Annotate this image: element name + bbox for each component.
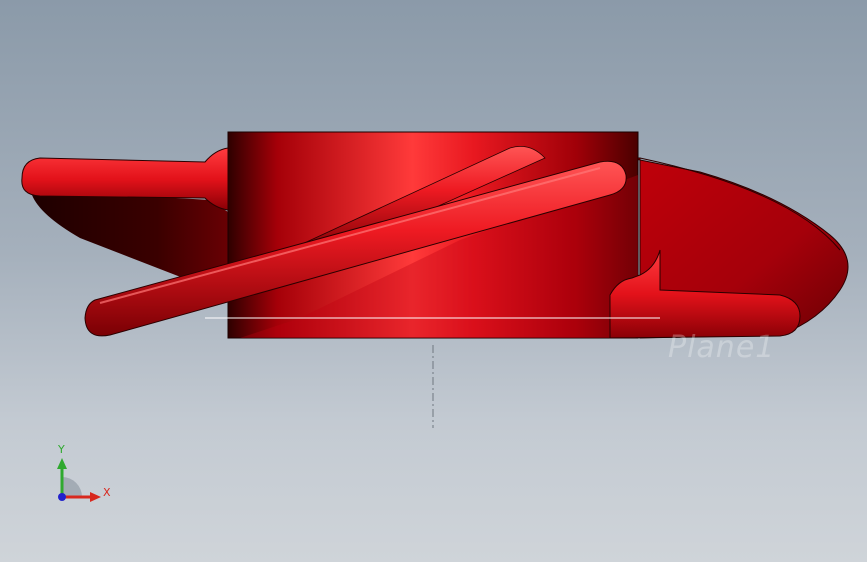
reference-triad[interactable]: [50, 455, 110, 510]
axis-x-label: X: [103, 486, 111, 499]
plane-label: Plane1: [668, 330, 776, 365]
triad-y-arrow: [57, 458, 67, 469]
triad-arc: [62, 477, 82, 497]
graphics-viewport[interactable]: Plane1 X Y: [0, 0, 867, 562]
impeller-model[interactable]: [0, 0, 867, 562]
triad-z-axis: [58, 493, 66, 501]
triad-x-arrow: [90, 492, 101, 502]
axis-y-label: Y: [58, 443, 65, 456]
